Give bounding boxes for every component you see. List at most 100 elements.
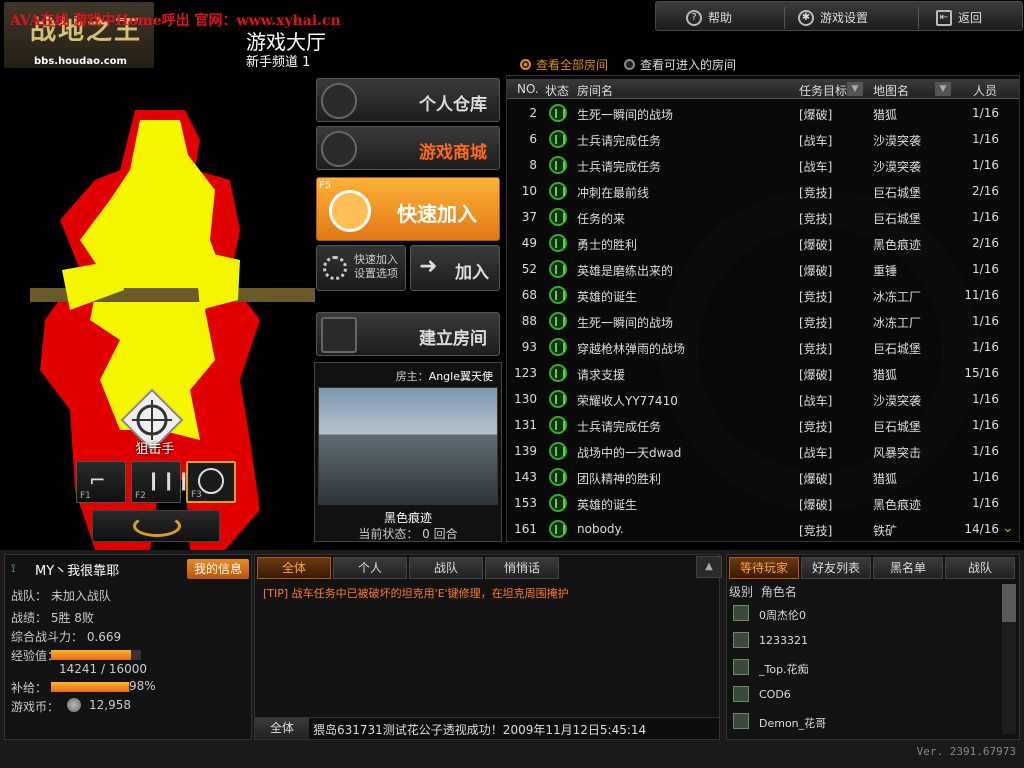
host-name: Angle翼天使 bbox=[428, 370, 493, 383]
room-players: 1/16 bbox=[972, 132, 999, 146]
room-name: 士兵请完成任务 bbox=[577, 160, 662, 174]
chat-tab-all[interactable]: 全体 bbox=[257, 557, 331, 579]
room-row[interactable]: 93 穿越枪林弹雨的战场 [竞技] 巨石城堡 1/16 bbox=[507, 334, 1019, 360]
chevron-down-icon[interactable]: ▼ bbox=[935, 82, 951, 96]
hotkey-label: F3 bbox=[191, 490, 202, 500]
quick-join-button[interactable]: F5 快速加入 bbox=[316, 177, 500, 241]
column-status[interactable]: 状态 bbox=[545, 82, 569, 99]
ready-status-icon bbox=[549, 260, 567, 278]
player-row[interactable]: 0周杰伦0 bbox=[729, 601, 1003, 627]
player-list-scrollbar[interactable] bbox=[1002, 584, 1016, 734]
my-info-tab[interactable]: 我的信息 bbox=[187, 559, 249, 579]
room-number: 68 bbox=[521, 288, 537, 302]
room-name: 士兵请完成任务 bbox=[577, 420, 662, 434]
room-row[interactable]: 161 nobody. [竞技] 铁矿 14/16 bbox=[507, 516, 1019, 542]
tab-blacklist[interactable]: 黑名单 bbox=[873, 557, 943, 579]
room-row[interactable]: 52 英雄是磨练出来的 [爆破] 重锤 1/16 bbox=[507, 256, 1019, 282]
room-mode: [竞技] bbox=[799, 316, 833, 330]
ready-status-icon bbox=[549, 104, 567, 122]
room-name: 任务的来 bbox=[577, 212, 626, 226]
room-name: 生死一瞬间的战场 bbox=[577, 108, 674, 122]
room-players: 15/16 bbox=[964, 366, 999, 380]
rank-icon bbox=[733, 659, 749, 675]
exit-icon: ⇤ bbox=[936, 9, 952, 26]
room-row[interactable]: 68 英雄的诞生 [竞技] 冰冻工厂 11/16 bbox=[507, 282, 1019, 308]
room-row[interactable]: 2 生死一瞬间的战场 [爆破] 猎狐 1/16 bbox=[507, 100, 1019, 126]
ready-status-icon bbox=[549, 234, 567, 252]
room-row[interactable]: 8 士兵请完成任务 [战车] 沙漠突袭 1/16 bbox=[507, 152, 1019, 178]
room-row[interactable]: 88 生死一瞬间的战场 [竞技] 冰冻工厂 1/16 bbox=[507, 308, 1019, 334]
room-row[interactable]: 49 勇士的胜利 [爆破] 黑色痕迹 2/16 bbox=[507, 230, 1019, 256]
create-room-button[interactable]: 建立房间 bbox=[316, 312, 500, 356]
player-row[interactable]: COD6 bbox=[729, 682, 1003, 708]
warehouse-button[interactable]: 个人仓库 bbox=[316, 78, 500, 122]
quick-join-settings-button[interactable]: 快速加入设置选项 bbox=[316, 245, 406, 291]
collapse-chat-button[interactable]: ▲ bbox=[696, 556, 722, 578]
room-mode: [战车] bbox=[799, 134, 833, 148]
battle-record: 战绩： 5胜 8败 bbox=[11, 611, 94, 625]
chevron-down-icon[interactable]: ▼ bbox=[847, 82, 863, 96]
column-map[interactable]: 地图名 bbox=[873, 82, 909, 99]
back-label: 返回 bbox=[958, 11, 983, 25]
room-number: 8 bbox=[529, 158, 537, 172]
chat-tab-whisper[interactable]: 悄悄话 bbox=[485, 557, 559, 579]
scrollbar-thumb[interactable] bbox=[1002, 584, 1016, 622]
column-players[interactable]: 人员 bbox=[973, 82, 997, 99]
room-row[interactable]: 6 士兵请完成任务 [战车] 沙漠突袭 1/16 bbox=[507, 126, 1019, 152]
room-row[interactable]: 37 任务的来 [竞技] 巨石城堡 1/16 bbox=[507, 204, 1019, 230]
room-row[interactable]: 123 请求支援 [爆破] 猎狐 15/16 bbox=[507, 360, 1019, 386]
tab-waiting-players[interactable]: 等待玩家 bbox=[729, 557, 799, 579]
map-preview-image bbox=[318, 387, 498, 505]
room-players: 14/16 bbox=[964, 522, 999, 536]
player-row[interactable]: _Top.花痴 bbox=[729, 655, 1003, 681]
create-room-label: 建立房间 bbox=[419, 329, 487, 349]
chevron-down-icon[interactable]: ⌄ bbox=[1002, 520, 1018, 536]
player-row[interactable]: 1233321 bbox=[729, 628, 1003, 654]
room-mode: [竞技] bbox=[799, 290, 833, 304]
room-table-header: NO. 状态 房间名 任务目标 ▼ 地图名 ▼ 人员 bbox=[507, 79, 1019, 99]
player-row[interactable]: Demon_花哥 bbox=[729, 709, 1003, 735]
room-row[interactable]: 153 英雄的诞生 [爆破] 黑色痕迹 1/16 bbox=[507, 490, 1019, 516]
room-mode: [爆破] bbox=[799, 368, 833, 382]
filter-enterable-label: 查看可进入的房间 bbox=[640, 58, 737, 72]
column-mode[interactable]: 任务目标 bbox=[799, 82, 847, 99]
room-row[interactable]: 143 团队精神的胜利 [爆破] 猎狐 1/16 bbox=[507, 464, 1019, 490]
chat-tab-private[interactable]: 个人 bbox=[333, 557, 407, 579]
rank-icon bbox=[733, 686, 749, 702]
exp-bar bbox=[51, 650, 141, 660]
room-row[interactable]: 139 战场中的一天dwad [战车] 风暴突击 1/16 bbox=[507, 438, 1019, 464]
room-map: 巨石城堡 bbox=[873, 212, 922, 226]
chat-tab-clan[interactable]: 战队 bbox=[409, 557, 483, 579]
weapon-slot-sniper[interactable]: F3 bbox=[186, 461, 236, 503]
settings-button[interactable]: ✱ 游戏设置 bbox=[798, 9, 868, 26]
room-players: 1/16 bbox=[972, 470, 999, 484]
rotate-character-button[interactable] bbox=[92, 510, 220, 542]
room-row[interactable]: 10 冲刺在最前线 [竞技] 巨石城堡 2/16 bbox=[507, 178, 1019, 204]
tab-friends[interactable]: 好友列表 bbox=[801, 557, 871, 579]
room-map: 猎狐 bbox=[873, 368, 898, 382]
room-map: 重锤 bbox=[873, 264, 898, 278]
weapon-slot-pistol[interactable]: ⌐ F1 bbox=[76, 461, 126, 503]
room-players: 2/16 bbox=[972, 236, 999, 250]
column-name[interactable]: 房间名 bbox=[577, 82, 613, 99]
player-name: Demon_花哥 bbox=[759, 717, 827, 730]
room-name: 冲刺在最前线 bbox=[577, 186, 650, 200]
room-number: 161 bbox=[514, 522, 537, 536]
room-number: 93 bbox=[521, 340, 537, 354]
chat-input[interactable] bbox=[313, 721, 713, 737]
chat-panel: 全体 个人 战队 悄悄话 [TIP] 战车任务中已被破坏的坦克用'E'键修理，在… bbox=[254, 554, 720, 740]
column-no[interactable]: NO. bbox=[517, 82, 539, 96]
room-mode: [战车] bbox=[799, 160, 833, 174]
tab-clan[interactable]: 战队 bbox=[945, 557, 1015, 579]
back-button[interactable]: ⇤ 返回 bbox=[936, 9, 982, 26]
filter-enterable-rooms[interactable]: 查看可进入的房间 bbox=[624, 56, 736, 73]
warehouse-label: 个人仓库 bbox=[419, 95, 487, 115]
join-button[interactable]: ➜ 加入 bbox=[410, 245, 500, 291]
room-row[interactable]: 131 士兵请完成任务 [竞技] 巨石城堡 1/16 bbox=[507, 412, 1019, 438]
shop-button[interactable]: 游戏商城 bbox=[316, 126, 500, 170]
filter-all-rooms[interactable]: 查看全部房间 bbox=[520, 56, 608, 73]
room-row[interactable]: 130 荣耀收人YY77410 [战车] 沙漠突袭 1/16 bbox=[507, 386, 1019, 412]
weapon-slot-ammo[interactable]: ❙❙❙ F2 bbox=[131, 461, 191, 503]
help-button[interactable]: ? 帮助 bbox=[686, 9, 732, 26]
chat-channel-selector[interactable]: 全体 bbox=[255, 718, 309, 739]
